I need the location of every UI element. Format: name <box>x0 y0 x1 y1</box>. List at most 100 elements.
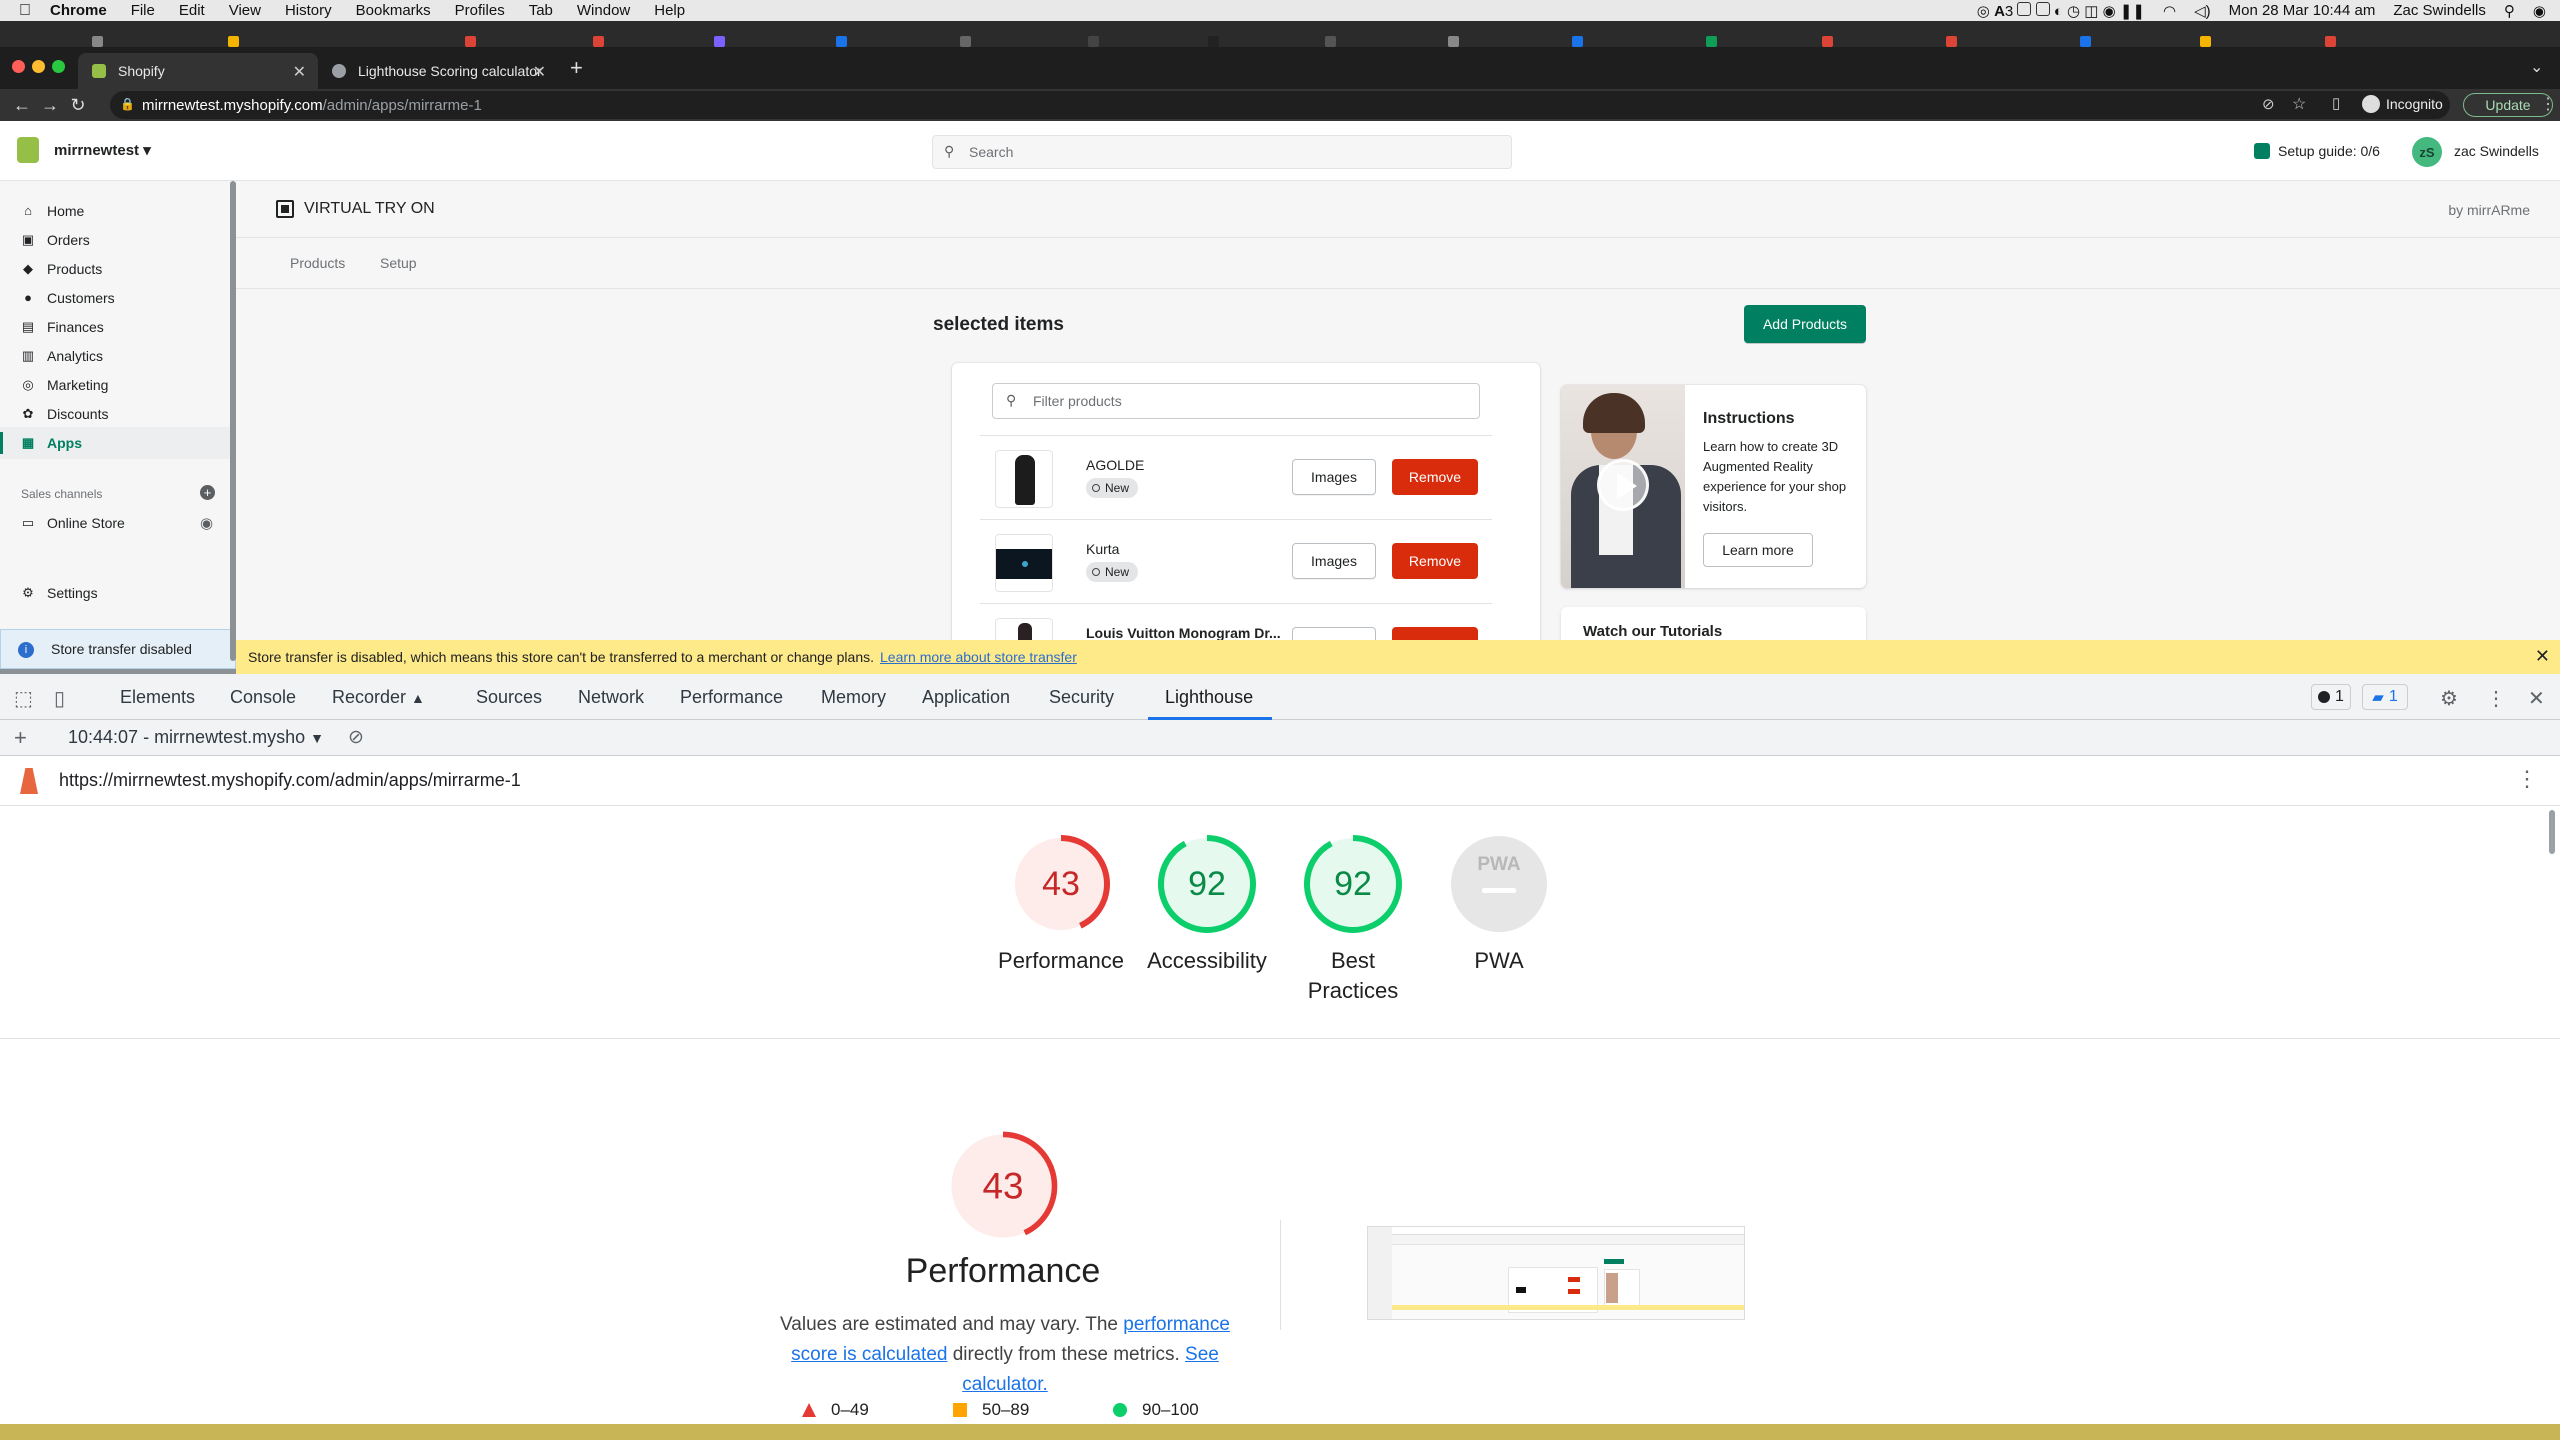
score-label-best-practices[interactable]: Best Practices <box>1293 946 1413 1006</box>
product-thumbnail[interactable] <box>995 534 1053 592</box>
remove-button[interactable]: Remove <box>1392 627 1478 640</box>
tab-recorder[interactable]: Recorder ▲ <box>332 687 425 708</box>
sidebar-item-online-store[interactable]: ▭ Online Store <box>21 510 125 536</box>
score-label-pwa[interactable]: PWA <box>1409 946 1589 976</box>
menu-help[interactable]: Help <box>654 2 685 19</box>
store-transfer-link[interactable]: Learn more about store transfer <box>880 649 1077 665</box>
control-center-icon[interactable]: ◉ <box>2533 2 2546 20</box>
product-thumbnail[interactable] <box>995 618 1053 640</box>
incognito-indicator[interactable]: Incognito <box>2362 95 2443 113</box>
report-scrollbar[interactable] <box>2549 810 2555 854</box>
tab-application[interactable]: Application <box>922 687 1010 708</box>
reload-icon[interactable]: ↻ <box>64 95 92 116</box>
menu-file[interactable]: File <box>131 2 155 19</box>
sidebar-item-marketing[interactable]: ◎ Marketing <box>21 372 108 398</box>
page-screenshot-thumbnail[interactable] <box>1367 1226 1745 1320</box>
score-label-accessibility[interactable]: Accessibility <box>1117 946 1297 976</box>
store-switcher[interactable]: mirrnewtest ▾ <box>54 141 151 159</box>
menu-app-name[interactable]: Chrome <box>50 2 107 19</box>
images-button[interactable]: Images <box>1292 627 1376 640</box>
report-menu-icon[interactable]: ⋮ <box>2516 766 2538 792</box>
remove-button[interactable]: Remove <box>1392 543 1478 579</box>
menu-bookmarks[interactable]: Bookmarks <box>356 2 431 19</box>
view-eye-icon[interactable]: ◉ <box>200 514 213 532</box>
forward-icon[interactable]: → <box>36 95 64 116</box>
audited-url[interactable]: https://mirrnewtest.myshopify.com/admin/… <box>59 770 521 791</box>
menu-view[interactable]: View <box>229 2 261 19</box>
add-products-button[interactable]: Add Products <box>1744 305 1866 343</box>
store-transfer-notice[interactable]: i Store transfer disabled <box>0 629 236 669</box>
shopify-logo-icon[interactable] <box>17 137 39 163</box>
menu-profiles[interactable]: Profiles <box>455 2 505 19</box>
menu-edit[interactable]: Edit <box>179 2 205 19</box>
sidebar-item-orders[interactable]: ▣ Orders <box>21 227 90 253</box>
tab-security[interactable]: Security <box>1049 687 1114 708</box>
sidebar-item-home[interactable]: ⌂ Home <box>21 198 84 224</box>
sidebar-item-discounts[interactable]: ✿ Discounts <box>21 401 109 427</box>
tab-sources[interactable]: Sources <box>476 687 542 708</box>
close-tab-icon[interactable]: ✕ <box>293 62 306 82</box>
devtools-menu-icon[interactable]: ⋮ <box>2486 686 2506 711</box>
admin-search-input[interactable]: ⚲ Search <box>932 135 1512 169</box>
tab-console[interactable]: Console <box>230 687 296 708</box>
apple-icon[interactable]:  <box>0 2 50 20</box>
add-channel-icon[interactable]: + <box>200 485 215 500</box>
avatar[interactable]: zS <box>2412 137 2442 167</box>
message-count-badge[interactable]: ▰ 1 <box>2362 684 2408 710</box>
clear-icon[interactable]: ⊘ <box>348 726 364 749</box>
instructions-video-thumbnail[interactable] <box>1561 385 1685 588</box>
close-tab-icon[interactable]: ✕ <box>533 62 546 82</box>
tab-elements[interactable]: Elements <box>120 687 195 708</box>
sidebar-item-customers[interactable]: ● Customers <box>21 285 115 311</box>
tab-performance[interactable]: Performance <box>680 687 783 708</box>
user-name[interactable]: zac Swindells <box>2454 143 2539 159</box>
product-thumbnail[interactable] <box>995 450 1053 508</box>
volume-icon[interactable]: ◁) <box>2194 2 2211 20</box>
window-minimize-icon[interactable] <box>32 60 45 73</box>
bookmark-star-icon[interactable]: ☆ <box>2292 94 2306 114</box>
product-name[interactable]: AGOLDE <box>1086 457 1144 473</box>
gauge-pwa[interactable]: PWA <box>1449 834 1549 934</box>
play-icon[interactable] <box>1597 459 1649 511</box>
side-panel-icon[interactable]: ▯ <box>2332 94 2340 112</box>
device-toolbar-icon[interactable]: ▯ <box>54 686 65 711</box>
menu-history[interactable]: History <box>285 2 332 19</box>
close-icon[interactable]: ✕ <box>2535 646 2550 667</box>
setup-guide-button[interactable]: Setup guide: 0/6 <box>2278 143 2380 159</box>
sidebar-item-apps[interactable]: ▦ Apps <box>21 430 82 456</box>
remove-button[interactable]: Remove <box>1392 459 1478 495</box>
window-close-icon[interactable] <box>12 60 25 73</box>
sidebar-item-products[interactable]: ◆ Products <box>21 256 102 282</box>
menu-clock[interactable]: Mon 28 Mar 10:44 am <box>2229 2 2376 19</box>
sidebar-item-analytics[interactable]: ▥ Analytics <box>21 343 103 369</box>
tab-memory[interactable]: Memory <box>821 687 886 708</box>
tab-products[interactable]: Products <box>290 255 345 271</box>
new-report-icon[interactable]: + <box>14 725 27 751</box>
report-selector[interactable]: 10:44:07 - mirrnewtest.mysho ▼ <box>68 727 324 748</box>
tab-setup[interactable]: Setup <box>380 255 417 271</box>
images-button[interactable]: Images <box>1292 543 1376 579</box>
gauge-performance[interactable]: 43 <box>1011 834 1111 934</box>
sidebar-item-settings[interactable]: ⚙ Settings <box>21 580 97 606</box>
filter-products-input[interactable]: ⚲ Filter products <box>992 383 1480 419</box>
address-bar[interactable]: 🔒 mirrnewtest.myshopify.com/admin/apps/m… <box>110 91 2450 119</box>
gauge-best-practices[interactable]: 92 <box>1303 834 1403 934</box>
inspect-element-icon[interactable]: ⬚ <box>14 686 33 711</box>
tab-lighthouse-calculator[interactable]: Lighthouse Scoring calculator ✕ <box>318 53 558 89</box>
images-button[interactable]: Images <box>1292 459 1376 495</box>
eye-off-icon[interactable]: ⊘ <box>2262 95 2275 113</box>
tab-lighthouse[interactable]: Lighthouse <box>1165 687 1253 708</box>
menu-window[interactable]: Window <box>577 2 630 19</box>
back-icon[interactable]: ← <box>8 95 36 116</box>
tab-network[interactable]: Network <box>578 687 644 708</box>
menu-tab[interactable]: Tab <box>529 2 553 19</box>
learn-more-button[interactable]: Learn more <box>1703 533 1813 567</box>
settings-gear-icon[interactable]: ⚙ <box>2440 686 2458 711</box>
window-zoom-icon[interactable] <box>52 60 65 73</box>
spotlight-icon[interactable]: ⚲ <box>2504 2 2515 20</box>
new-tab-icon[interactable]: + <box>570 55 583 81</box>
tab-shopify[interactable]: Shopify ✕ <box>78 53 318 89</box>
gauge-accessibility[interactable]: 92 <box>1157 834 1257 934</box>
product-name[interactable]: Kurta <box>1086 541 1119 557</box>
status-icons[interactable]: ◎ A3 ◐ ◷ ◫ ◉ ❚❚ <box>1977 1 2145 20</box>
